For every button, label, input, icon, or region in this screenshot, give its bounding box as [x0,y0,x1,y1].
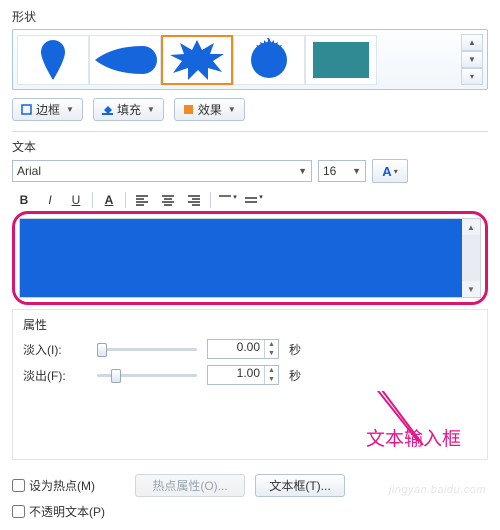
spin-down-icon[interactable]: ▼ [265,349,278,358]
format-toolbar: B I U A ▾ ▾ [12,191,488,209]
annotation-label: 文本输入框 [366,424,461,451]
scroll-track[interactable] [462,235,480,281]
watermark: jingyan.baidu.com [389,484,486,496]
text-input-highlight: ▲ ▼ [12,211,488,305]
border-icon [21,104,32,115]
textbox-button[interactable]: 文本框(T)... [255,474,345,497]
align-right-button[interactable] [184,191,204,209]
effect-label: 效果 [198,101,222,118]
set-hotspot-label: 设为热点(M) [29,477,95,494]
font-color-button[interactable]: A ▾ [372,159,408,183]
line-spacing-button[interactable]: ▾ [243,191,263,209]
underline-button[interactable]: U [66,191,86,209]
fade-out-unit: 秒 [289,367,301,384]
fill-icon [102,104,113,115]
scroll-up-icon[interactable]: ▲ [462,219,480,235]
scroll-down-icon[interactable]: ▼ [461,51,483,68]
fill-button[interactable]: 填充 ▼ [93,98,164,121]
shape-rect[interactable] [305,35,377,85]
chevron-down-icon: ▼ [346,166,361,176]
chevron-down-icon: ▼ [292,166,307,176]
fade-in-value: 0.00 [237,340,260,354]
shape-gallery-scroll[interactable]: ▲ ▼ ▾ [461,34,483,85]
chevron-down-icon: ▾ [394,167,398,176]
align-left-button[interactable] [132,191,152,209]
valign-button[interactable]: ▾ [217,191,237,209]
fade-in-slider[interactable] [97,341,197,357]
fade-in-label: 淡入(I): [23,341,87,358]
border-button[interactable]: 边框 ▼ [12,98,83,121]
fade-out-label: 淡出(F): [23,367,87,384]
shape-gallery: ▲ ▼ ▾ [12,29,488,90]
border-label: 边框 [36,101,60,118]
scroll-expand-icon[interactable]: ▾ [461,68,483,85]
shape-pin[interactable] [17,35,89,85]
effect-icon [183,104,194,115]
set-hotspot-checkbox[interactable]: 设为热点(M) [12,477,95,494]
font-color-icon: A [382,164,391,179]
opaque-text-checkbox[interactable]: 不透明文本(P) [12,503,105,520]
annotation: 文本输入框 [23,391,477,451]
fill-label: 填充 [117,101,141,118]
scroll-up-icon[interactable]: ▲ [461,34,483,51]
shape-section-label: 形状 [12,8,488,25]
shape-burst[interactable] [161,35,233,85]
shape-seal[interactable] [233,35,305,85]
textarea-scrollbar[interactable]: ▲ ▼ [462,219,480,297]
spin-up-icon[interactable]: ▲ [265,366,278,375]
scroll-down-icon[interactable]: ▼ [462,281,480,297]
font-family-value: Arial [17,164,41,178]
style-toolbar: 边框 ▼ 填充 ▼ 效果 ▼ [12,98,488,121]
spin-down-icon[interactable]: ▼ [265,375,278,384]
attributes-section-label: 属性 [23,316,477,333]
spin-up-icon[interactable]: ▲ [265,340,278,349]
textbox-button-label: 文本框(T)... [269,477,330,494]
chevron-down-icon: ▼ [66,105,74,114]
font-button[interactable]: A [99,191,119,209]
text-input-area[interactable] [20,219,462,297]
fade-out-input[interactable]: 1.00 ▲▼ [207,365,279,385]
fade-out-value: 1.00 [237,366,260,380]
opaque-text-label: 不透明文本(P) [29,503,105,520]
font-family-select[interactable]: Arial ▼ [12,160,312,182]
hotspot-attr-label: 热点属性(O)... [152,477,227,494]
hotspot-attr-button: 热点属性(O)... [135,474,245,497]
text-section-label: 文本 [12,138,488,155]
chevron-down-icon: ▼ [147,105,155,114]
fade-out-slider[interactable] [97,367,197,383]
chevron-down-icon: ▼ [228,105,236,114]
font-size-value: 16 [323,164,336,178]
italic-button[interactable]: I [40,191,60,209]
shape-drop[interactable] [89,35,161,85]
bold-button[interactable]: B [14,191,34,209]
fade-in-unit: 秒 [289,341,301,358]
font-size-select[interactable]: 16 ▼ [318,160,366,182]
effect-button[interactable]: 效果 ▼ [174,98,245,121]
align-center-button[interactable] [158,191,178,209]
fade-in-input[interactable]: 0.00 ▲▼ [207,339,279,359]
